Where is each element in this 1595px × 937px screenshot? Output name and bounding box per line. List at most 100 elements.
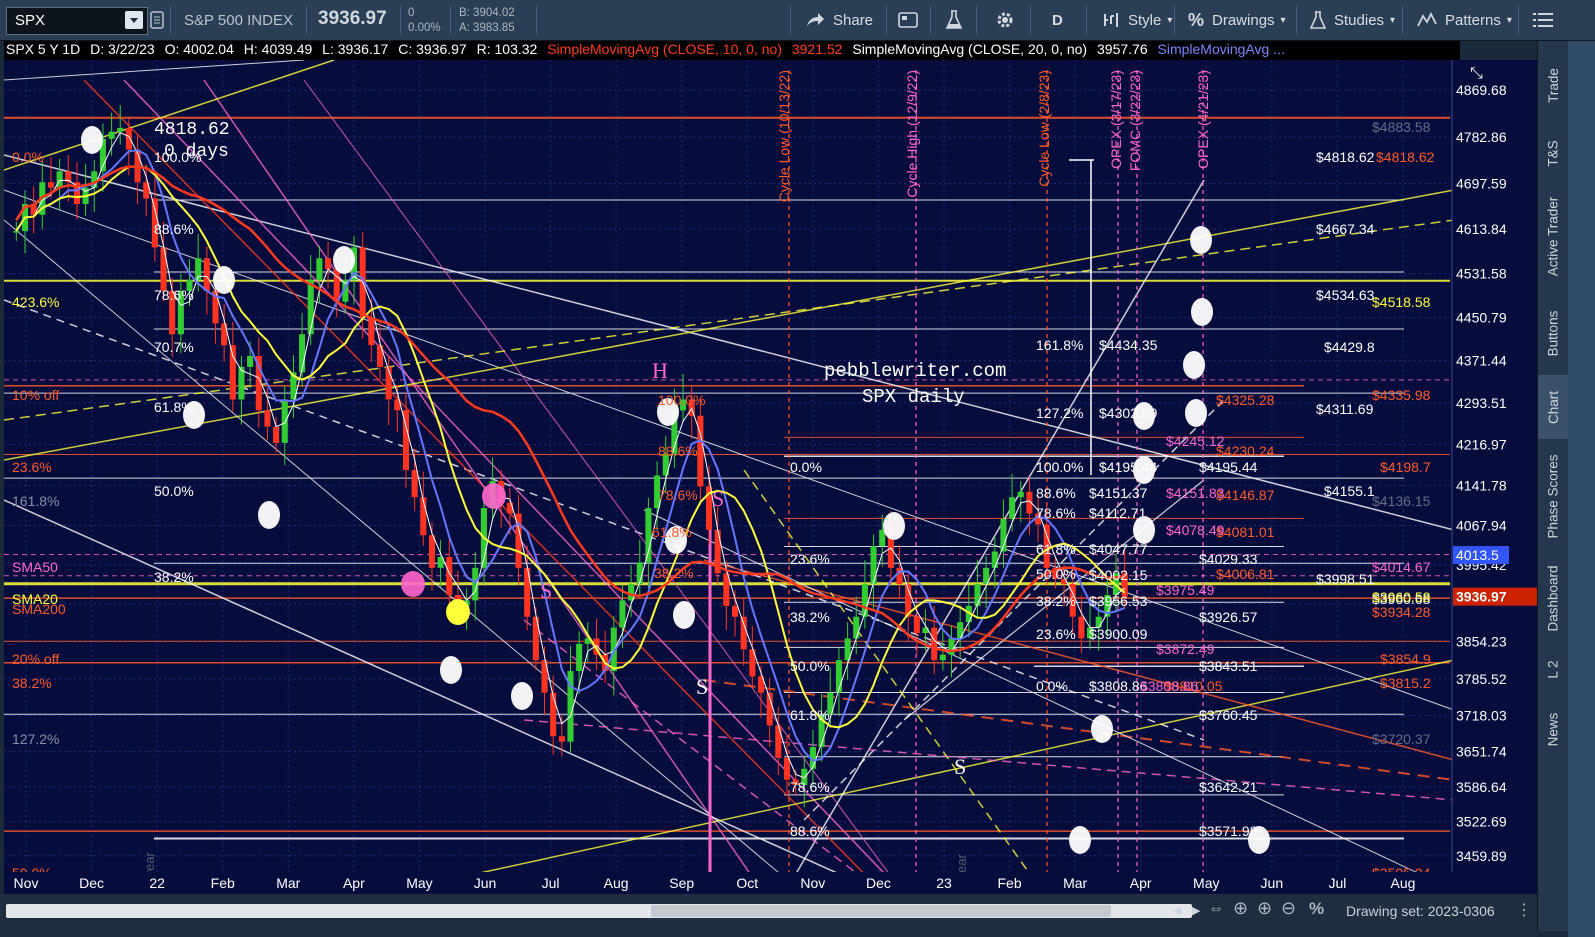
y-tick-label: 3854.23 (1456, 634, 1507, 650)
menu-list-icon[interactable] (1533, 0, 1553, 40)
settings-gear-icon[interactable] (995, 0, 1015, 40)
x-tick-label: Nov (14, 875, 39, 891)
crosshair-icon[interactable]: ⊕ (1233, 898, 1248, 919)
white-oval-marker (511, 682, 533, 710)
symbol-input[interactable]: SPX (6, 7, 148, 35)
event-label: OPEX (4/21/23) (1195, 70, 1211, 169)
y-tick-label: 4067.94 (1456, 518, 1507, 534)
period-button[interactable]: D (1052, 0, 1063, 40)
sidebar-tab-label: L 2 (1545, 659, 1561, 679)
drawings-button[interactable]: % Drawings ▾ (1188, 0, 1286, 40)
y-tick-label: 4869.68 (1456, 82, 1507, 98)
price-label-faded: $4136.15 (1372, 493, 1431, 509)
price-chart[interactable]: pebblewriter.comSPX daily4818.620 days20… (4, 60, 1537, 894)
fib-upper-label: 23.6% (1036, 626, 1076, 642)
sidebar-tab-news[interactable]: News (1538, 695, 1568, 763)
candle-body (939, 654, 946, 661)
candle-body (1078, 616, 1085, 639)
zoom-in-icon[interactable]: ⊕ (1257, 898, 1272, 919)
event-label: Cycle Low (2/8/23) (1036, 70, 1052, 187)
symbol-dropdown-icon[interactable] (125, 11, 143, 29)
sidebar-tab-l-2[interactable]: L 2 (1538, 645, 1568, 693)
candle-body (325, 258, 332, 270)
sma-more-label: SimpleMovingAvg ... (1157, 41, 1285, 57)
fib-right-label: 78.6% (790, 779, 830, 795)
y-tick-label: 4141.78 (1456, 477, 1507, 493)
price-label-white: $4047.77 (1089, 541, 1148, 557)
sidebar-tab-label: T&S (1545, 139, 1561, 167)
cursor-price-tag-label: 4013.5 (1456, 547, 1499, 563)
sma10-value: 3921.52 (791, 41, 843, 57)
fib-left-label: 161.8% (12, 493, 59, 509)
price-label-red: $4335.98 (1372, 387, 1431, 403)
sidebar-tab-label: Trade (1545, 67, 1561, 103)
x-tick-label: Mar (276, 875, 300, 891)
style-button[interactable]: Style ▾ (1102, 0, 1172, 40)
fib-left-label: 38.2% (12, 675, 52, 691)
sidebar-tab-trade[interactable]: Trade (1538, 45, 1568, 125)
sidebar-tab-t-s[interactable]: T&S (1538, 127, 1568, 179)
right-edge-strip (1568, 41, 1595, 937)
patterns-icon (1417, 12, 1437, 27)
candle-body (576, 643, 583, 672)
more-options-icon[interactable]: ⋮ (1516, 900, 1532, 920)
candle-body (896, 567, 903, 585)
price-label-white: $4195.44 (1199, 459, 1258, 475)
percent-icon[interactable]: % (1309, 899, 1324, 919)
sidebar-tab-phase-scores[interactable]: Phase Scores (1538, 441, 1568, 551)
price-axis: 4869.68 4782.86 4697.59 4613.84 4531.58 4450.… (1451, 60, 1537, 894)
y-tick-label: 4371.44 (1456, 353, 1507, 369)
sidebar-tab-dashboard[interactable]: Dashboard (1538, 553, 1568, 643)
sidebar-tab-label: Active Trader (1545, 196, 1561, 276)
patterns-button[interactable]: Patterns ▾ (1417, 0, 1512, 40)
studies-button[interactable]: Studies ▾ (1310, 0, 1395, 40)
candle-body (913, 616, 920, 634)
info-date: D: 3/22/23 (90, 41, 155, 57)
price-label-white: $4151.37 (1089, 485, 1148, 501)
price-label-white: $4818.62 (1316, 149, 1375, 165)
price-label-white: $4029.33 (1199, 551, 1258, 567)
price-label-red: $4198.7 (1380, 459, 1431, 475)
time-scrollbar[interactable] (6, 904, 1192, 918)
price-label-magenta: $3872.49 (1156, 641, 1215, 657)
price-label-magenta: $3808.86 (1140, 678, 1199, 694)
price-label-white: $3808.86 (1089, 678, 1148, 694)
last-price-tag-label: 3936.97 (1456, 589, 1507, 605)
sidebar-tab-chart[interactable]: Chart (1538, 375, 1568, 439)
x-tick-label: Jul (1328, 875, 1346, 891)
sidebar-tab-active-trader[interactable]: Active Trader (1538, 181, 1568, 291)
pan-icon[interactable]: ⇔ (1208, 900, 1224, 918)
magenta-oval-marker (401, 571, 425, 597)
pattern-label: S (540, 578, 552, 603)
white-oval-marker (1191, 298, 1213, 326)
chart-background (4, 60, 1537, 894)
fib-upper-label: 38.2% (1036, 593, 1076, 609)
candle-body (619, 600, 626, 628)
fib-right-label: 61.8% (790, 707, 830, 723)
symbol-text: SPX (15, 12, 46, 29)
price-label-red: $4230.24 (1216, 443, 1275, 459)
sidebar-tab-buttons[interactable]: Buttons (1538, 293, 1568, 373)
scrollbar-thumb[interactable] (651, 905, 1111, 917)
price-label-white: $3760.45 (1199, 707, 1258, 723)
x-tick-label: Feb (211, 875, 235, 891)
fib-left-label: SMA50 (12, 559, 58, 575)
candle-body (550, 692, 557, 737)
fib-upper-label: 0.0% (1036, 678, 1068, 694)
event-label: Cycle Low (10/13/22) (776, 70, 792, 202)
flask-icon[interactable] (945, 0, 963, 40)
share-button[interactable]: Share (805, 0, 873, 40)
sidebar-tab-label: Phase Scores (1545, 453, 1561, 539)
scroll-right-icon[interactable]: ▶ (1192, 904, 1200, 917)
y-tick-label: 4293.51 (1456, 395, 1507, 411)
candle-body (974, 584, 981, 606)
candle-body (731, 605, 739, 617)
scroll-left-icon[interactable]: ◀ (1173, 904, 1181, 917)
zoom-out-icon[interactable]: ⊖ (1281, 898, 1296, 919)
y-tick-label: 4216.97 (1456, 437, 1507, 453)
symbol-menu-icon[interactable] (150, 0, 164, 40)
flexible-grid-icon[interactable] (898, 0, 918, 40)
y-tick-label: 4450.79 (1456, 310, 1507, 326)
candle-body (931, 627, 938, 661)
fib-left-label: 423.6% (12, 294, 59, 310)
